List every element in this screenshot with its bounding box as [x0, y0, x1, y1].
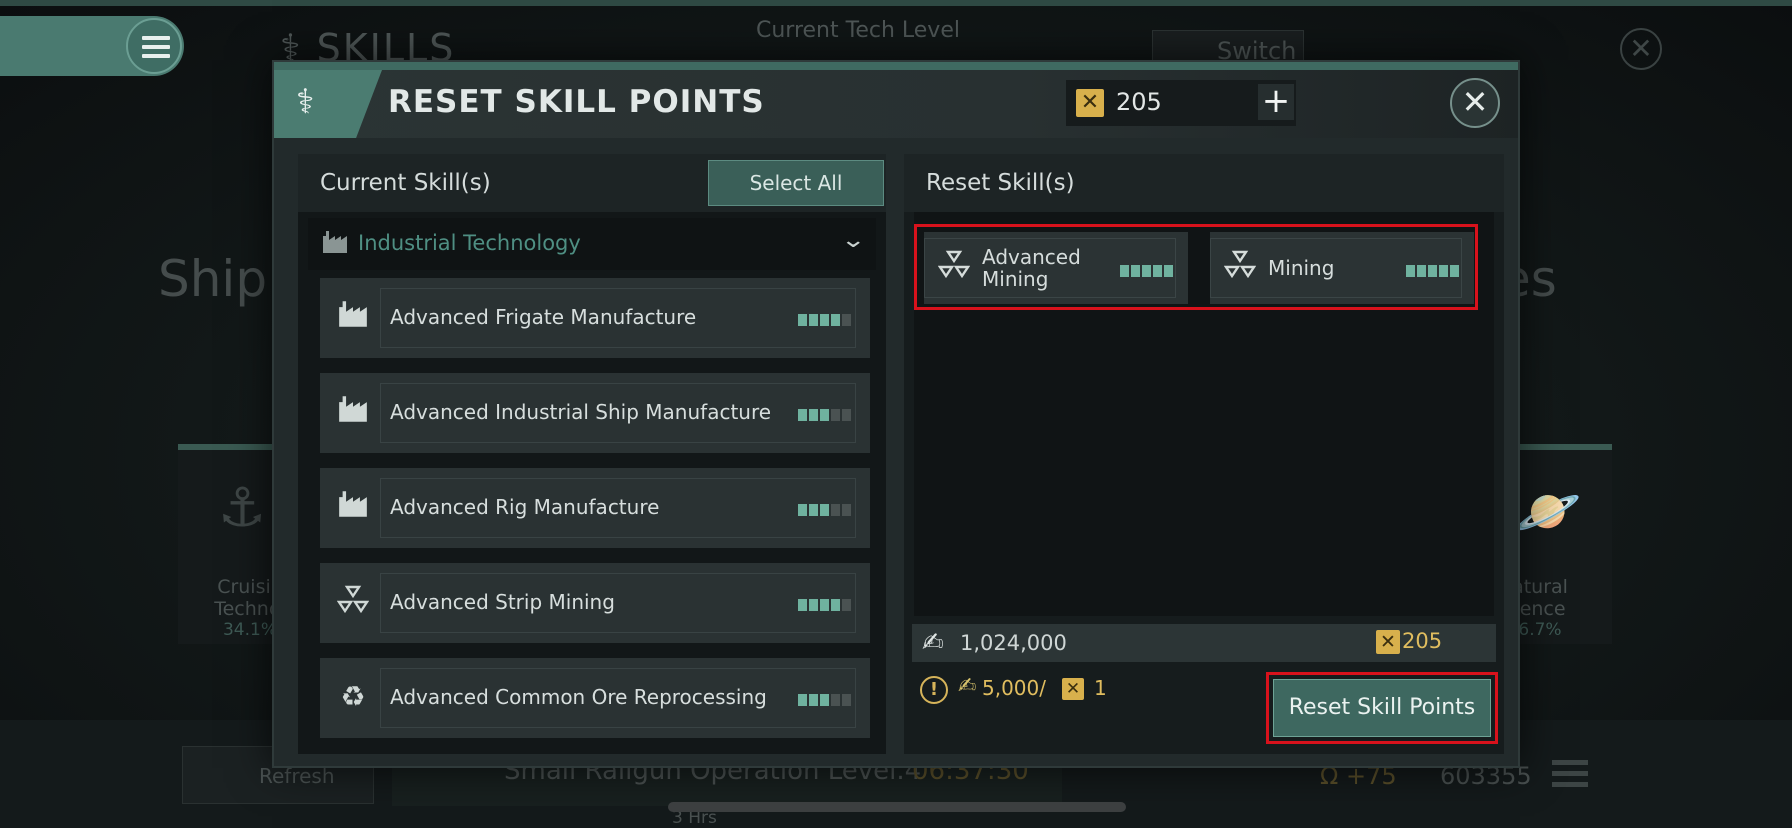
skill-name: Advanced Frigate Manufacture [390, 305, 697, 329]
skill-row[interactable]: Advanced Strip Mining [320, 563, 870, 643]
info-warning-icon[interactable]: ! [920, 676, 948, 704]
skill-token-icon: ✕ [1062, 678, 1084, 700]
category-label: Industrial Technology [358, 231, 581, 255]
skill-level-bar [798, 596, 853, 611]
exchange-rate-tokens: 1 [1094, 676, 1107, 700]
bg-tech-level-label: Current Tech Level [756, 18, 960, 43]
skill-row[interactable]: Advanced Rig Manufacture [320, 468, 870, 548]
isk-hand-icon: ✍ [958, 674, 977, 699]
isk-hand-icon: ✍ [922, 628, 944, 658]
reset-skills-label: Reset Skill(s) [926, 170, 1075, 196]
planet-icon: 🪐 [1514, 480, 1582, 543]
reset-skill-points-dialog: ⚕ RESET SKILL POINTS ✕ 205 + ✕ Current S… [272, 60, 1520, 768]
dna-icon: ⚕ [274, 70, 382, 138]
dialog-title: RESET SKILL POINTS [388, 84, 765, 120]
reset-skills-panel: Reset Skill(s) Advanced Mining Mining ✍ 1… [904, 154, 1504, 754]
selection-highlight [914, 224, 1478, 310]
menu-knob [126, 18, 182, 74]
skill-name: Advanced Common Ore Reprocessing [390, 685, 767, 709]
factory-icon [336, 395, 370, 429]
skill-level-bar [798, 311, 853, 326]
mining-icon [336, 585, 370, 619]
home-indicator [668, 802, 1126, 812]
isk-cost: 1,024,000 [960, 631, 1067, 655]
factory-icon [336, 490, 370, 524]
reset-skill-points-button[interactable]: Reset Skill Points [1273, 679, 1491, 737]
skill-row[interactable]: Advanced Frigate Manufacture [320, 278, 870, 358]
skill-name: Advanced Strip Mining [390, 590, 615, 614]
current-skills-header: Current Skill(s) Select All [298, 154, 886, 212]
chevron-down-icon[interactable]: ⌄ [840, 228, 866, 253]
skill-row[interactable]: Advanced Industrial Ship Manufacture [320, 373, 870, 453]
menu-icon [142, 36, 170, 60]
category-industrial-technology[interactable]: Industrial Technology ⌄ [308, 218, 876, 270]
reset-button-highlight: Reset Skill Points [1266, 672, 1498, 744]
bg-ship-heading: Ship [158, 250, 268, 308]
token-cost: 205 [1402, 629, 1443, 653]
exchange-rate-isk: 5,000/ [982, 676, 1046, 700]
bg-close-icon: ✕ [1620, 28, 1662, 70]
skill-name: Advanced Industrial Ship Manufacture [390, 400, 772, 424]
recycle-icon: ♻ [340, 680, 366, 713]
dialog-header: ⚕ RESET SKILL POINTS ✕ 205 + ✕ [274, 70, 1518, 138]
skill-name: Advanced Rig Manufacture [390, 495, 660, 519]
add-currency-button[interactable]: + [1258, 84, 1294, 120]
skill-token-icon: ✕ [1376, 630, 1400, 654]
dialog-top-accent [274, 62, 1518, 70]
bg-list-icon [1552, 760, 1588, 790]
factory-icon [322, 230, 348, 254]
skill-row[interactable]: ♻ Advanced Common Ore Reprocessing [320, 658, 870, 738]
main-menu-button[interactable] [0, 16, 184, 76]
currency-amount: 205 [1116, 88, 1162, 116]
reset-skills-header: Reset Skill(s) [904, 154, 1504, 212]
reset-cost-bar: ✍ 1,024,000 ✕ 205 [912, 624, 1496, 662]
current-skills-panel: Current Skill(s) Select All Industrial T… [298, 154, 886, 754]
skill-token-icon: ✕ [1076, 89, 1104, 117]
close-button[interactable]: ✕ [1450, 78, 1500, 128]
current-skills-label: Current Skill(s) [320, 170, 491, 196]
top-accent-line [0, 0, 1792, 6]
skill-level-bar [798, 406, 853, 421]
skill-level-bar [798, 691, 853, 706]
ship-icon: ⚓ [218, 476, 267, 539]
skill-level-bar [798, 501, 853, 516]
select-all-button[interactable]: Select All [708, 160, 884, 206]
factory-icon [336, 300, 370, 334]
